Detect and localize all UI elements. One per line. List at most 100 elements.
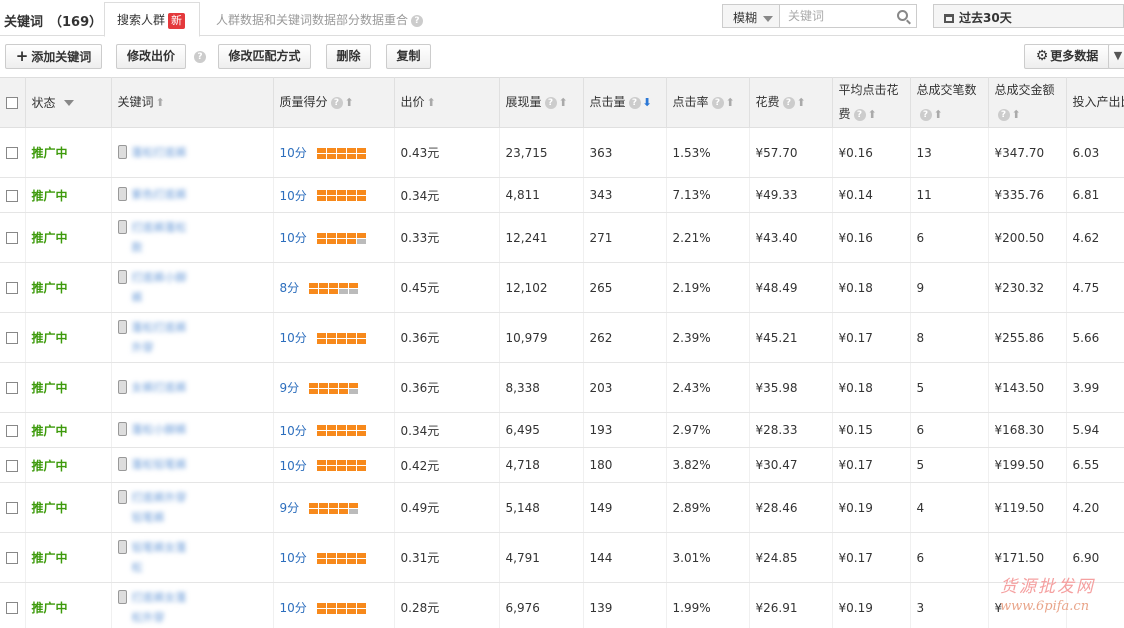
header-orders[interactable]: 总成交笔数? ⬆ [909, 77, 989, 128]
header-roi[interactable]: 投入产出比?⬆ [1065, 77, 1124, 128]
header-bid[interactable]: 出价 ⬆ [393, 77, 500, 128]
row-keyword[interactable]: 打底裤外穿铅笔裤 [110, 482, 273, 533]
row-keyword[interactable]: 蓬松打底裤外穿 [110, 312, 273, 363]
sort-icon[interactable]: ⬆ [156, 96, 165, 109]
header-clicks[interactable]: 点击量? ⬇ [582, 77, 667, 128]
help-icon[interactable]: ? [544, 96, 557, 109]
quality-score[interactable]: 10分 [280, 146, 307, 160]
select-all-checkbox[interactable] [6, 97, 18, 109]
row-keyword[interactable]: 紫色打底裤 [110, 177, 273, 213]
row-keyword[interactable]: 蓬松铅笔裤 [110, 447, 273, 483]
keyword-text[interactable]: 打底裤小脚裤 [132, 268, 196, 308]
header-ctr[interactable]: 点击率? ⬆ [665, 77, 750, 128]
table-row[interactable]: 推广中 打底裤外穿铅笔裤 9分 0.49元 5,148 149 2.89% ¥28.46 ¥0.… [0, 482, 1124, 533]
row-bid[interactable]: 0.31元 [393, 532, 499, 583]
quality-score[interactable]: 10分 [280, 459, 307, 473]
tab-search-crowd[interactable]: 搜索人群新 [104, 2, 200, 37]
table-row[interactable]: 推广中 蓬松小脚裤 10分 0.34元 6,495 193 2.97% ¥28.33 ¥0.15… [0, 412, 1124, 448]
row-bid[interactable]: 0.45元 [393, 262, 499, 313]
table-row[interactable]: 推广中 铅笔裤女蓬松 10分 0.31元 4,791 144 3.01% ¥24.85 ¥0.1… [0, 532, 1124, 583]
row-keyword[interactable]: 女裤打底裤 [110, 362, 273, 413]
header-keyword[interactable]: 关键词 ⬆ [110, 77, 274, 128]
row-keyword[interactable]: 铅笔裤女蓬松 [110, 532, 273, 583]
quality-score[interactable]: 9分 [280, 381, 300, 395]
keyword-text[interactable]: 铅笔裤女蓬松 [132, 538, 196, 578]
quality-score[interactable]: 10分 [280, 331, 307, 345]
keyword-text[interactable]: 蓬松铅笔裤 [132, 455, 196, 475]
keyword-text[interactable]: 蓬松小脚裤 [132, 420, 196, 440]
header-impressions[interactable]: 展现量? ⬆ [498, 77, 584, 128]
header-cost[interactable]: 花费? ⬆ [748, 77, 833, 128]
quality-score[interactable]: 8分 [280, 281, 300, 295]
table-row[interactable]: 推广中 蓬松铅笔裤 10分 0.42元 4,718 180 3.82% ¥30.47 ¥0.17… [0, 447, 1124, 483]
row-bid[interactable]: 0.34元 [393, 412, 499, 448]
quality-score[interactable]: 10分 [280, 601, 307, 615]
caret-down-icon[interactable] [63, 100, 74, 106]
table-row[interactable]: 推广中 蓬松打底裤外穿 10分 0.36元 10,979 262 2.39% ¥45.21 ¥0… [0, 312, 1124, 363]
keyword-text[interactable]: 紫色打底裤 [132, 185, 196, 205]
row-bid[interactable]: 0.36元 [393, 362, 499, 413]
row-checkbox[interactable] [6, 332, 18, 344]
help-icon[interactable]: ? [628, 96, 641, 109]
row-keyword[interactable]: 打底裤蓬松款 [110, 212, 273, 263]
sort-icon[interactable]: ⬆ [559, 96, 568, 109]
sort-desc-icon[interactable]: ⬇ [643, 96, 652, 109]
help-icon[interactable]: ? [782, 96, 795, 109]
keyword-text[interactable]: 蓬松打底裤 [132, 143, 196, 163]
table-row[interactable]: 推广中 蓬松打底裤 10分 0.43元 23,715 363 1.53% ¥57.70 ¥0.1… [0, 127, 1124, 178]
row-bid[interactable]: 0.28元 [393, 582, 499, 628]
keyword-text[interactable]: 打底裤外穿铅笔裤 [132, 488, 196, 528]
row-bid[interactable]: 0.34元 [393, 177, 499, 213]
header-gmv[interactable]: 总成交金额? ⬆ [987, 77, 1067, 128]
help-icon[interactable]: ? [853, 108, 866, 121]
row-keyword[interactable]: 打底裤女蓬松外穿 [110, 582, 273, 628]
help-icon[interactable]: ? [919, 108, 932, 121]
row-bid[interactable]: 0.33元 [393, 212, 499, 263]
keyword-text[interactable]: 打底裤蓬松款 [132, 218, 196, 258]
keyword-text[interactable]: 蓬松打底裤外穿 [132, 318, 196, 358]
add-keyword-button[interactable]: + 添加关键词 [5, 44, 102, 69]
row-checkbox[interactable] [6, 282, 18, 294]
help-icon[interactable]: ? [997, 108, 1010, 121]
row-checkbox[interactable] [6, 382, 18, 394]
table-row[interactable]: 推广中 打底裤蓬松款 10分 0.33元 12,241 271 2.21% ¥43.40 ¥0.… [0, 212, 1124, 263]
help-icon[interactable]: ? [194, 51, 206, 63]
sort-icon[interactable]: ⬆ [934, 108, 943, 121]
sort-icon[interactable]: ⬆ [797, 96, 806, 109]
search-icon[interactable] [897, 10, 908, 21]
table-row[interactable]: 推广中 打底裤女蓬松外穿 10分 0.28元 6,976 139 1.99% ¥26.91 ¥0… [0, 582, 1124, 628]
sort-icon[interactable]: ⬆ [345, 96, 354, 109]
copy-button[interactable]: 复制 [386, 44, 431, 69]
row-checkbox[interactable] [6, 147, 18, 159]
header-quality[interactable]: 质量得分? ⬆ [272, 77, 395, 128]
row-checkbox[interactable] [6, 424, 18, 437]
row-keyword[interactable]: 蓬松打底裤 [110, 127, 273, 178]
row-checkbox[interactable] [6, 189, 18, 202]
sort-icon[interactable]: ⬆ [868, 108, 877, 121]
delete-button[interactable]: 删除 [326, 44, 371, 69]
tab-keywords[interactable]: 关键词 （169） [4, 11, 102, 30]
quality-score[interactable]: 10分 [280, 551, 307, 565]
row-checkbox[interactable] [6, 502, 18, 514]
keyword-search-input[interactable] [780, 5, 885, 27]
row-bid[interactable]: 0.43元 [393, 127, 499, 178]
row-bid[interactable]: 0.42元 [393, 447, 499, 483]
keyword-text[interactable]: 打底裤女蓬松外穿 [132, 588, 196, 628]
row-keyword[interactable]: 打底裤小脚裤 [110, 262, 273, 313]
quality-score[interactable]: 10分 [280, 189, 307, 203]
quality-score[interactable]: 10分 [280, 424, 307, 438]
row-checkbox[interactable] [6, 459, 18, 472]
edit-bid-button[interactable]: 修改出价 [116, 44, 186, 69]
chevron-down-icon[interactable]: ▼ [1108, 44, 1124, 69]
row-checkbox[interactable] [6, 552, 18, 564]
edit-match-button[interactable]: 修改匹配方式 [218, 44, 311, 69]
help-icon[interactable]: ? [711, 96, 724, 109]
header-status[interactable]: 状态 [24, 77, 112, 128]
keyword-text[interactable]: 女裤打底裤 [132, 378, 196, 398]
table-row[interactable]: 推广中 女裤打底裤 9分 0.36元 8,338 203 2.43% ¥35.98 ¥0.18 5… [0, 362, 1124, 413]
row-bid[interactable]: 0.36元 [393, 312, 499, 363]
sort-icon[interactable]: ⬆ [427, 96, 436, 109]
sort-icon[interactable]: ⬆ [726, 96, 735, 109]
row-keyword[interactable]: 蓬松小脚裤 [110, 412, 273, 448]
sort-icon[interactable]: ⬆ [1012, 108, 1021, 121]
